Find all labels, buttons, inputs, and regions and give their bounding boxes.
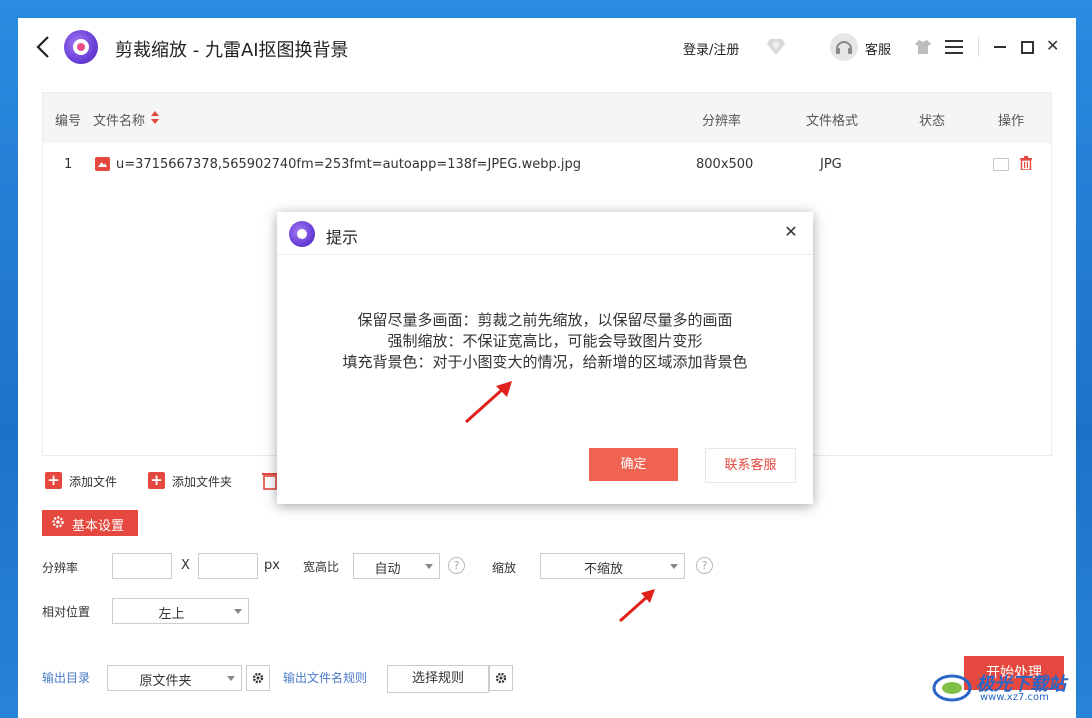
app-logo [64,30,98,64]
contact-support-button[interactable]: 联系客服 [705,448,796,483]
dialog-line: 填充背景色：对于小图变大的情况，给新增的区域添加背景色 [342,353,748,371]
title-bar: 剪裁缩放 - 九雷AI抠图换背景 登录/注册 客服 ✕ [18,18,1076,76]
gear-icon [52,516,64,528]
minimize-icon[interactable] [994,46,1006,48]
chevron-down-icon [234,609,242,614]
row-index: 1 [64,157,73,172]
skin-shirt-icon[interactable] [914,39,932,55]
image-file-icon [95,157,110,171]
confirm-button[interactable]: 确定 [589,448,678,481]
dialog-title: 提示 [326,228,359,247]
select-rule-button[interactable]: 选择规则 [387,665,489,693]
rule-settings-button[interactable] [489,665,513,691]
scale-value: 不缩放 [583,562,623,577]
scale-select[interactable]: 不缩放 [540,553,685,579]
title-separator [978,37,979,57]
plus-icon: + [45,472,62,489]
chevron-down-icon [670,564,678,569]
login-register-link[interactable]: 登录/注册 [683,39,739,58]
annotation-arrow-icon [464,381,512,424]
basic-settings-tab[interactable]: 基本设置 [42,510,138,536]
relative-position-select[interactable]: 左上 [112,598,249,624]
clear-list-icon[interactable] [262,471,278,490]
output-rule-label: 输出文件名规则 [283,671,368,685]
add-file-label: 添加文件 [69,475,118,489]
gear-icon [495,672,507,684]
width-input[interactable] [112,553,172,579]
gear-icon [252,672,264,684]
header-format: 文件格式 [806,114,859,129]
vip-diamond-icon[interactable] [766,38,786,56]
help-icon[interactable]: ? [696,557,713,574]
aspect-ratio-label: 宽高比 [303,560,340,574]
watermark-url: www.xz7.com [980,692,1049,703]
relative-position-value: 左上 [158,607,185,622]
maximize-icon[interactable] [1021,41,1034,54]
output-dir-select[interactable]: 原文件夹 [107,665,242,691]
x-label: X [181,558,190,573]
add-folder-label: 添加文件夹 [172,475,233,489]
file-table-header: 编号 文件名称 分辨率 文件格式 状态 操作 [43,93,1051,143]
output-dir-settings-button[interactable] [246,665,270,691]
basic-settings-label: 基本设置 [72,519,125,534]
customer-service-label[interactable]: 客服 [865,39,891,58]
close-window-icon[interactable]: ✕ [1046,38,1060,54]
sort-icon[interactable] [150,110,160,126]
px-label: px [264,558,280,573]
help-icon[interactable]: ? [448,557,465,574]
back-arrow-icon[interactable] [34,34,54,60]
tip-dialog: 提示 ✕ 保留尽量多画面：剪裁之前先缩放，以保留尽量多的画面 强制缩放：不保证宽… [277,212,813,504]
aspect-ratio-select[interactable]: 自动 [353,553,440,579]
row-format: JPG [820,157,842,172]
relative-position-label: 相对位置 [42,605,91,619]
watermark: 极光下载站 www.xz7.com [930,660,1090,710]
watermark-logo-icon [932,674,972,702]
aspect-ratio-value: 自动 [374,562,401,577]
dialog-line: 保留尽量多画面：剪裁之前先缩放，以保留尽量多的画面 [357,311,733,329]
dialog-app-logo [289,221,315,247]
dialog-close-icon[interactable]: ✕ [782,223,800,241]
annotation-arrow-icon [619,589,655,623]
customer-service-avatar[interactable] [830,33,858,61]
plus-icon: + [148,472,165,489]
resolution-label: 分辨率 [42,561,79,575]
height-input[interactable] [198,553,258,579]
headset-icon [836,41,852,54]
app-title: 剪裁缩放 - 九雷AI抠图换背景 [115,40,349,61]
header-action: 操作 [998,114,1025,129]
delete-row-icon[interactable] [1020,156,1032,170]
header-index: 编号 [55,114,82,129]
header-status: 状态 [919,114,946,129]
scale-label: 缩放 [492,561,517,575]
table-row[interactable]: 1 u=3715667378,565902740fm=253fmt=autoap… [43,143,1051,187]
header-filename[interactable]: 文件名称 [93,110,145,129]
output-dir-label: 输出目录 [42,671,91,685]
open-folder-icon[interactable] [993,158,1009,171]
chevron-down-icon [425,564,433,569]
row-filename: u=3715667378,565902740fm=253fmt=autoapp=… [116,157,581,172]
row-resolution: 800x500 [696,157,754,172]
header-resolution: 分辨率 [702,114,742,129]
dialog-line: 强制缩放：不保证宽高比，可能会导致图片变形 [387,332,703,350]
dialog-header: 提示 ✕ [277,212,813,255]
chevron-down-icon [227,676,235,681]
menu-icon[interactable] [945,40,963,54]
output-dir-value: 原文件夹 [139,674,192,689]
